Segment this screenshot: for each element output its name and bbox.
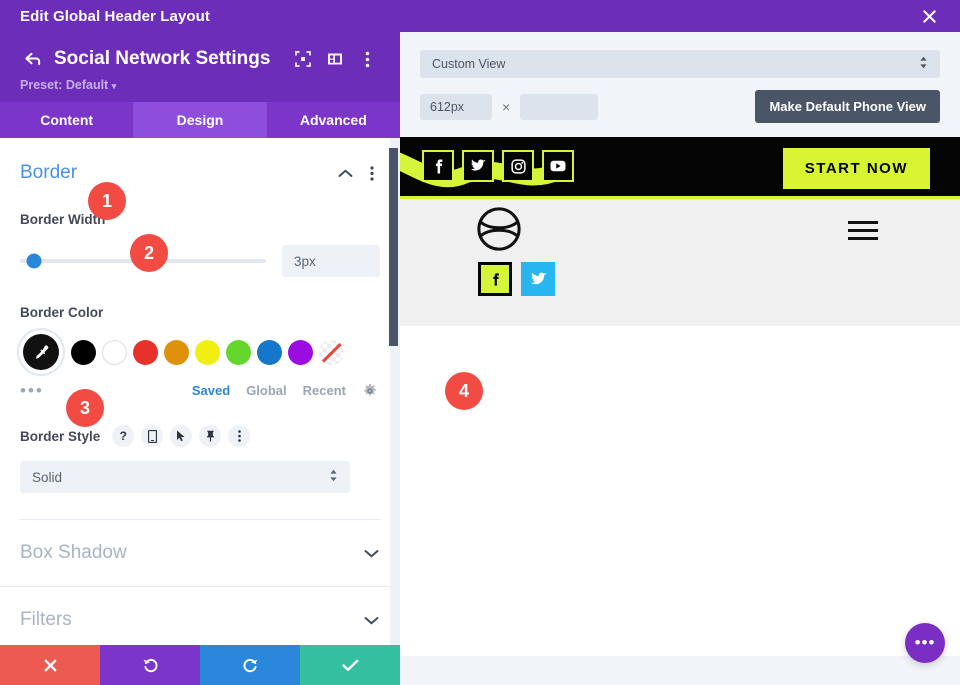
swatch-transparent[interactable] <box>319 339 344 365</box>
panel-scrollbar[interactable] <box>389 138 400 662</box>
palette-tab-saved[interactable]: Saved <box>192 383 230 398</box>
filters-section[interactable]: Filters <box>0 587 400 653</box>
kebab-menu-icon[interactable] <box>354 46 380 72</box>
swatch-black[interactable] <box>71 339 96 365</box>
facebook-icon[interactable] <box>422 150 454 182</box>
annotation-badge-2: 2 <box>130 234 168 272</box>
panel-header: Social Network Settings Preset: Default … <box>0 32 400 102</box>
chevron-down-icon[interactable] <box>362 544 380 562</box>
view-mode-select[interactable]: Custom View <box>420 50 940 78</box>
gear-icon[interactable] <box>362 383 380 399</box>
panel-body: Border Border Width 3px Border Color •••… <box>0 138 400 662</box>
swatch-orange[interactable] <box>164 339 189 365</box>
swatch-eyedropper-selected[interactable] <box>23 334 59 370</box>
make-default-phone-view-button[interactable]: Make Default Phone View <box>755 90 940 123</box>
border-section-title[interactable]: Border <box>20 162 336 184</box>
slider-handle[interactable] <box>26 253 42 269</box>
border-style-value: Solid <box>32 469 63 485</box>
tab-bar: Content Design Advanced <box>0 102 400 138</box>
youtube-icon[interactable] <box>542 150 574 182</box>
annotation-badge-4: 4 <box>445 372 483 410</box>
window-title: Edit Global Header Layout <box>20 7 211 25</box>
palette-tabs: Saved Global Recent <box>192 383 380 399</box>
header-social-icons <box>422 150 574 182</box>
settings-panel: Social Network Settings Preset: Default … <box>0 32 400 685</box>
tab-advanced[interactable]: Advanced <box>267 102 400 138</box>
panel-action-bar <box>0 645 400 685</box>
border-width-label: Border Width <box>20 212 106 227</box>
instagram-icon[interactable] <box>502 150 534 182</box>
viewport-width-input[interactable]: 612px <box>420 93 492 120</box>
phone-icon[interactable] <box>141 425 164 447</box>
box-shadow-section[interactable]: Box Shadow <box>0 520 400 586</box>
save-button[interactable] <box>300 645 400 685</box>
divi-builder-screen: Edit Global Header Layout Social Network… <box>0 0 960 685</box>
scrollbar-thumb[interactable] <box>389 148 398 346</box>
viewport-height-input[interactable] <box>520 93 599 120</box>
border-style-select[interactable]: Solid <box>20 461 350 493</box>
swatch-yellow[interactable] <box>195 339 220 365</box>
target-focus-icon[interactable] <box>290 46 316 72</box>
module-social-icons <box>478 262 555 296</box>
swatch-red[interactable] <box>133 339 158 365</box>
page-title: Social Network Settings <box>54 48 271 69</box>
redo-button[interactable] <box>200 645 300 685</box>
preview-pane: Custom View 612px × Make Default Phone V… <box>400 32 960 685</box>
color-swatch-row <box>20 334 380 370</box>
border-style-label: Border Style <box>20 428 101 444</box>
preset-selector[interactable]: Preset: Default ▾ <box>20 78 380 92</box>
chevron-up-icon[interactable] <box>336 164 354 182</box>
facebook-icon[interactable] <box>478 262 512 296</box>
chevron-down-icon: ▾ <box>111 81 117 91</box>
multiply-symbol: × <box>502 98 511 115</box>
circle-logo-icon <box>477 207 521 251</box>
back-arrow-icon[interactable] <box>20 47 44 71</box>
viewport-controls: Custom View 612px × Make Default Phone V… <box>400 32 960 123</box>
preset-label: Preset: Default <box>20 78 109 92</box>
select-arrows-icon <box>919 56 928 72</box>
border-width-input[interactable]: 3px <box>282 245 380 277</box>
tab-content[interactable]: Content <box>0 102 133 138</box>
swatch-blue[interactable] <box>257 339 282 365</box>
page-body-area <box>400 326 960 656</box>
border-section: Border Border Width 3px Border Color •••… <box>0 138 400 520</box>
layout-panel-icon[interactable] <box>322 46 348 72</box>
border-color-label: Border Color <box>20 305 104 320</box>
swatch-green[interactable] <box>226 339 251 365</box>
hamburger-menu-icon[interactable] <box>848 221 878 245</box>
cursor-icon[interactable] <box>170 425 193 447</box>
view-mode-value: Custom View <box>432 57 506 71</box>
box-shadow-title: Box Shadow <box>20 542 127 563</box>
annotation-badge-1: 1 <box>88 182 126 220</box>
palette-tab-global[interactable]: Global <box>246 383 286 398</box>
window-titlebar: Edit Global Header Layout <box>0 0 960 32</box>
more-dots-icon[interactable]: ••• <box>20 382 60 399</box>
cancel-button[interactable] <box>0 645 100 685</box>
site-module-area <box>400 199 960 326</box>
select-arrows-icon <box>329 469 338 485</box>
chevron-down-icon[interactable] <box>362 611 380 629</box>
filters-title: Filters <box>20 609 72 630</box>
palette-tab-recent[interactable]: Recent <box>303 383 346 398</box>
help-icon[interactable]: ? <box>112 425 135 447</box>
undo-button[interactable] <box>100 645 200 685</box>
more-dots-icon[interactable]: ••• <box>905 623 945 663</box>
site-header-bar: START NOW <box>400 137 960 199</box>
swatch-purple[interactable] <box>288 339 313 365</box>
start-now-button[interactable]: START NOW <box>782 148 930 189</box>
tab-design[interactable]: Design <box>133 102 267 138</box>
annotation-badge-3: 3 <box>66 389 104 427</box>
twitter-icon[interactable] <box>521 262 555 296</box>
close-icon[interactable] <box>918 5 940 27</box>
border-section-menu-icon[interactable] <box>364 164 380 182</box>
pin-icon[interactable] <box>199 425 222 447</box>
swatch-white[interactable] <box>102 339 127 365</box>
kebab-menu-icon[interactable] <box>228 425 251 447</box>
twitter-icon[interactable] <box>462 150 494 182</box>
